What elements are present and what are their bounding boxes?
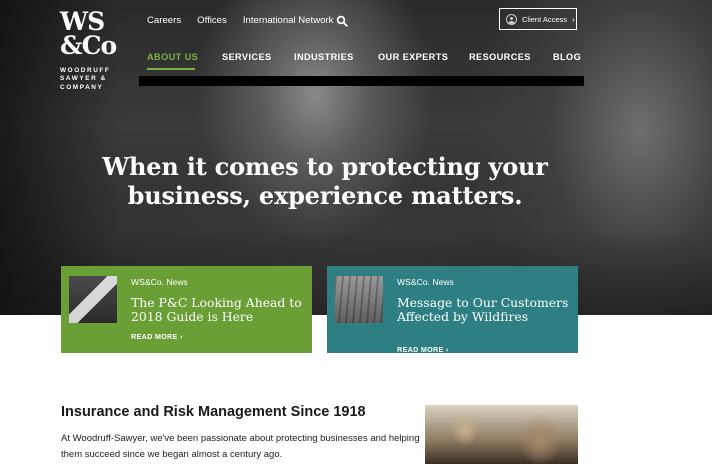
utility-link-offices[interactable]: Offices [197,15,227,26]
nav-resources[interactable]: RESOURCES [469,52,531,62]
news-card-thumbnail [335,276,383,323]
utility-nav: Careers Offices International Network [147,15,349,26]
meeting-photo [425,405,578,464]
nav-services[interactable]: SERVICES [222,52,272,62]
client-access-button[interactable]: Client Access › [499,8,577,30]
news-card-wildfires[interactable]: WS&Co. News Message to Our Customers Aff… [327,266,578,354]
user-icon [506,13,517,25]
utility-link-careers[interactable]: Careers [147,15,181,26]
read-more-link[interactable]: READ MORE › [131,332,183,341]
news-card-pc-guide[interactable]: WS&Co. News The P&C Looking Ahead to 201… [61,266,312,353]
nav-blog[interactable]: BLOG [553,52,581,62]
nav-our-experts[interactable]: OUR EXPERTS [378,52,448,62]
news-card-kicker: WS&Co. News [397,277,454,287]
hero-headline: When it comes to protecting your busines… [100,152,550,210]
client-access-label: Client Access [522,14,568,24]
read-more-link[interactable]: READ MORE › [397,345,449,354]
search-icon[interactable] [336,15,348,27]
hero-headline-line1: When it comes to protecting your [102,152,548,181]
news-card-thumbnail [69,276,117,323]
nav-about-us[interactable]: ABOUT US [147,52,198,62]
chevron-right-icon: › [572,14,575,24]
intro-heading: Insurance and Risk Management Since 1918 [61,404,366,420]
utility-link-international-network[interactable]: International Network [243,15,334,26]
hero-headline-line2: business, experience matters. [127,181,523,210]
news-card-title[interactable]: The P&C Looking Ahead to 2018 Guide is H… [131,296,306,324]
nav-industries[interactable]: INDUSTRIES [294,52,354,62]
intro-paragraph: At Woodruff-Sawyer, we've been passionat… [61,433,420,460]
active-nav-underline [147,68,195,70]
news-card-kicker: WS&Co. News [131,277,188,287]
nav-dropdown-bar [139,76,584,86]
site-logo[interactable]: WS &Co WOODRUFF SAWYER & COMPANY [60,8,117,92]
news-card-title[interactable]: Message to Our Customers Affected by Wil… [397,296,572,324]
main-nav: ABOUT US SERVICES INDUSTRIES OUR EXPERTS… [0,52,712,72]
